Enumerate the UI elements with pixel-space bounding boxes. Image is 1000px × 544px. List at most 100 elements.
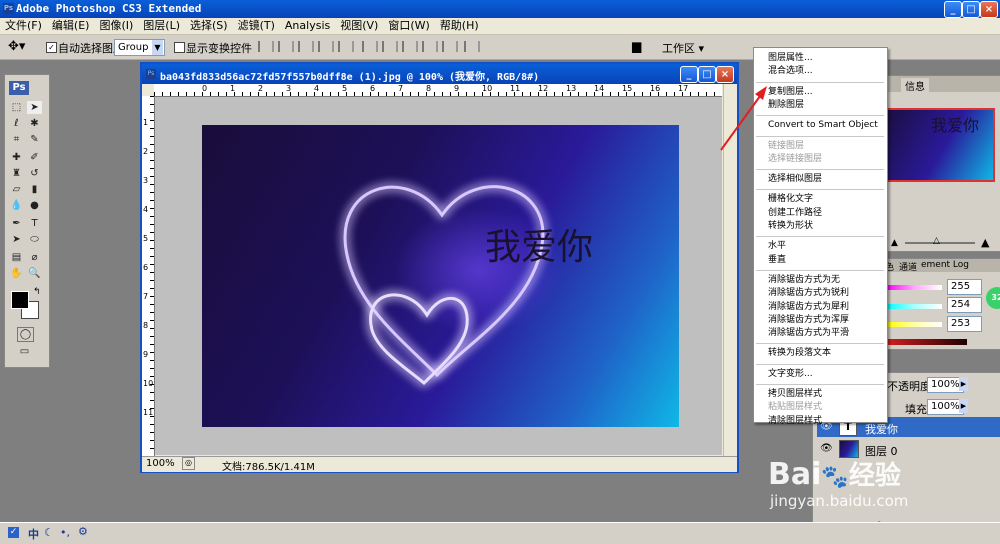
type-tool-icon[interactable]: T <box>27 217 42 230</box>
tab-info[interactable]: 信息 <box>901 78 929 93</box>
context-menu-item[interactable]: 垂直 <box>768 254 786 266</box>
context-menu-item[interactable]: 消除锯齿方式为无 <box>768 274 840 286</box>
clone-stamp-icon[interactable]: ♜ <box>9 167 24 180</box>
context-menu-item[interactable]: 创建工作路径 <box>768 207 822 219</box>
hand-tool-icon[interactable]: ✋ <box>9 267 24 280</box>
distribute-right-icon[interactable] <box>442 41 458 52</box>
bridge-icon[interactable]: ▆ <box>632 39 641 53</box>
menu-item[interactable]: Analysis <box>280 18 335 34</box>
close-button[interactable]: × <box>980 1 998 18</box>
red-value[interactable]: 255 <box>947 279 982 295</box>
dodge-tool-icon[interactable]: ● <box>27 199 42 212</box>
notes-tool-icon[interactable]: ▤ <box>9 251 24 264</box>
move-tool-icon[interactable]: ✥▾ <box>8 39 25 54</box>
menu-item[interactable]: 选择(S) <box>185 18 233 34</box>
screen-mode-icon[interactable]: ▭ <box>17 345 32 358</box>
history-brush-icon[interactable]: ↺ <box>27 167 42 180</box>
doc-maximize-button[interactable]: □ <box>698 66 716 83</box>
healing-brush-icon[interactable]: ✚ <box>9 151 24 164</box>
green-value[interactable]: 254 <box>947 297 982 313</box>
tab-log[interactable]: ement Log <box>921 260 969 270</box>
zoom-in-icon[interactable]: ▲ <box>981 236 989 249</box>
moon-icon[interactable]: ☾ <box>44 526 54 539</box>
visibility-eye-icon[interactable]: 👁 <box>820 443 833 454</box>
distribute-vcenter-icon[interactable] <box>382 41 398 52</box>
context-menu-item[interactable]: 消除锯齿方式为锐利 <box>768 287 849 299</box>
distribute-bottom-icon[interactable] <box>402 41 418 52</box>
context-menu-item[interactable]: 图层属性... <box>768 52 813 64</box>
distribute-top-icon[interactable] <box>362 41 378 52</box>
menu-item[interactable]: 图层(L) <box>138 18 185 34</box>
status-menu-icon[interactable]: ◎ <box>182 457 195 470</box>
slice-tool-icon[interactable]: ✎ <box>27 133 42 146</box>
context-menu-item[interactable]: 选择相似图层 <box>768 173 822 185</box>
menu-item[interactable]: 窗口(W) <box>383 18 434 34</box>
crop-tool-icon[interactable]: ⌗ <box>9 133 24 146</box>
tab-channels[interactable]: 通道 <box>899 260 917 273</box>
distribute-left-icon[interactable] <box>422 41 438 52</box>
fill-arrow-icon[interactable]: ▶ <box>959 399 968 413</box>
menu-item[interactable]: 图像(I) <box>94 18 138 34</box>
green-slider[interactable] <box>887 304 942 309</box>
brush-tool-icon[interactable]: ✐ <box>27 151 42 164</box>
menu-item[interactable]: 滤镜(T) <box>233 18 280 34</box>
color-ramp[interactable] <box>887 339 967 345</box>
blue-value[interactable]: 253 <box>947 316 982 332</box>
align-left-icon[interactable] <box>318 41 334 52</box>
lasso-tool-icon[interactable]: ℓ <box>9 117 24 130</box>
align-vcenter-icon[interactable] <box>278 41 294 52</box>
context-menu-item[interactable]: 消除锯齿方式为犀利 <box>768 301 849 313</box>
move-tool-icon[interactable]: ➤ <box>27 101 42 114</box>
context-menu-item[interactable]: 清除图层样式 <box>768 415 822 427</box>
context-menu-item[interactable]: 转换为形状 <box>768 220 813 232</box>
auto-select-mode-select[interactable]: Group ▼ <box>114 39 165 56</box>
opacity-arrow-icon[interactable]: ▶ <box>959 377 968 391</box>
ime-check-icon[interactable]: ✓ <box>8 527 19 538</box>
align-hcenter-icon[interactable] <box>338 41 354 52</box>
punctuation-icon[interactable]: •, <box>60 526 70 539</box>
show-transform-checkbox[interactable] <box>174 42 185 53</box>
navigator-thumbnail[interactable]: 我爱你 <box>879 108 995 182</box>
minimize-button[interactable]: _ <box>944 1 962 18</box>
path-select-icon[interactable]: ➤ <box>9 233 24 246</box>
swap-colors-icon[interactable]: ↰ <box>33 287 41 297</box>
navigator-zoom-slider[interactable] <box>905 242 975 244</box>
zoom-slider-thumb[interactable]: △ <box>933 236 940 246</box>
context-menu-item[interactable]: 消除锯齿方式为平滑 <box>768 327 849 339</box>
auto-align-icon[interactable] <box>464 41 480 52</box>
align-bottom-icon[interactable] <box>298 41 314 52</box>
doc-minimize-button[interactable]: _ <box>680 66 698 83</box>
pen-tool-icon[interactable]: ✒ <box>9 217 24 230</box>
context-menu-item[interactable]: 水平 <box>768 240 786 252</box>
canvas-pasteboard[interactable]: 我爱你 <box>155 97 722 455</box>
auto-select-checkbox[interactable]: ✓ <box>46 42 57 53</box>
context-menu-item[interactable]: Convert to Smart Object <box>768 119 878 131</box>
context-menu-item[interactable]: 栅格化文字 <box>768 193 813 205</box>
red-slider[interactable] <box>887 285 942 290</box>
context-menu-item[interactable]: 转换为段落文本 <box>768 347 831 359</box>
maximize-button[interactable]: □ <box>962 1 980 18</box>
canvas-image[interactable]: 我爱你 <box>202 125 679 427</box>
eyedropper-tool-icon[interactable]: ⌀ <box>27 251 42 264</box>
quick-mask-icon[interactable]: ◯ <box>17 327 34 342</box>
canvas-text-layer[interactable]: 我爱你 <box>485 218 593 270</box>
context-menu-item[interactable]: 拷贝图层样式 <box>768 388 822 400</box>
context-menu-item[interactable]: 混合选项... <box>768 65 813 77</box>
align-top-icon[interactable] <box>258 41 274 52</box>
eraser-tool-icon[interactable]: ▱ <box>9 183 24 196</box>
gradient-tool-icon[interactable]: ▮ <box>27 183 42 196</box>
marquee-tool-icon[interactable]: ⬚ <box>9 101 24 114</box>
zoom-tool-icon[interactable]: 🔍 <box>27 267 42 280</box>
workspace-button[interactable]: 工作区 ▾ <box>662 40 704 56</box>
zoom-out-icon[interactable]: ▲ <box>891 238 898 248</box>
magic-wand-tool-icon[interactable]: ✱ <box>27 117 42 130</box>
zoom-level[interactable]: 100% <box>146 458 175 469</box>
menu-item[interactable]: 视图(V) <box>335 18 383 34</box>
menu-item[interactable]: 文件(F) <box>0 18 47 34</box>
context-menu-item[interactable]: 消除锯齿方式为浑厚 <box>768 314 849 326</box>
foreground-color-swatch[interactable] <box>11 291 29 309</box>
layer-name[interactable]: 我爱你 <box>865 421 898 437</box>
menu-item[interactable]: 帮助(H) <box>435 18 484 34</box>
settings-gear-icon[interactable]: ⚙ <box>78 525 88 538</box>
ime-language[interactable]: 中 <box>28 526 39 542</box>
